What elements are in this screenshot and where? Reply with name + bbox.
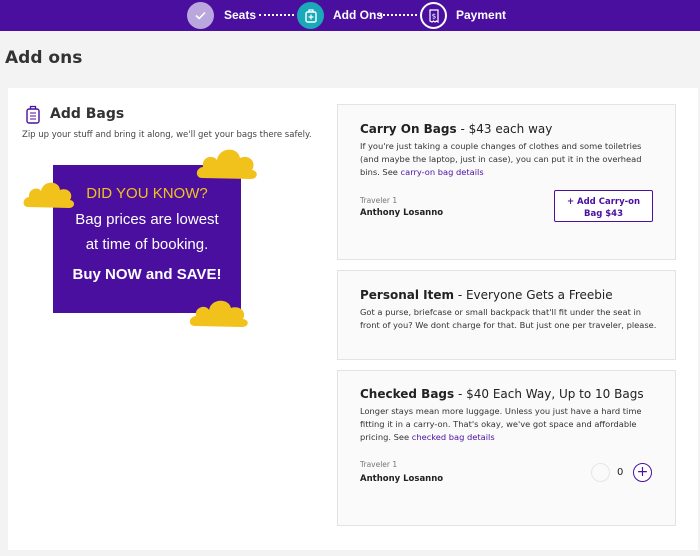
checked-bags-count: 0: [617, 467, 624, 478]
addons-step-bag-icon[interactable]: [297, 2, 324, 29]
step-connector: [259, 14, 294, 16]
promo-banner: DID YOU KNOW? Bag prices are lowest at t…: [53, 165, 241, 313]
decrease-bags-button[interactable]: [591, 463, 610, 482]
step-payment-label[interactable]: Payment: [456, 8, 506, 22]
checked-bag-details-link[interactable]: checked bag details: [412, 432, 495, 442]
step-connector: [380, 14, 417, 16]
promo-text-line: Bag prices are lowest: [75, 211, 219, 228]
cloud-icon: [189, 300, 248, 327]
add-carry-on-button-price: Bag $43: [583, 208, 623, 219]
carry-on-title: Carry On Bags - $43 each way: [360, 122, 553, 136]
seats-step-check-icon[interactable]: [187, 2, 214, 29]
promo-heading: DID YOU KNOW?: [86, 185, 208, 202]
payment-step-receipt-icon[interactable]: $: [420, 2, 447, 29]
personal-item-title: Personal Item - Everyone Gets a Freebie: [360, 288, 613, 302]
checked-bags-description: Longer stays mean more luggage. Unless y…: [360, 406, 642, 442]
checked-bags-title: Checked Bags - $40 Each Way, Up to 10 Ba…: [360, 387, 644, 401]
carry-on-details-link[interactable]: carry-on bag details: [401, 167, 484, 177]
traveler-name: Anthony Losanno: [360, 208, 444, 218]
page-title: Add ons: [5, 48, 83, 68]
svg-text:$: $: [431, 12, 435, 20]
promo-cta: Buy NOW and SAVE!: [72, 266, 222, 283]
luggage-icon: [25, 105, 41, 125]
carry-on-description: If you're just taking a couple changes o…: [360, 141, 642, 177]
step-addons-label[interactable]: Add Ons: [333, 8, 383, 22]
traveler-label: Traveler 1: [360, 196, 398, 205]
step-seats-label[interactable]: Seats: [224, 8, 256, 22]
traveler-label: Traveler 1: [360, 460, 398, 469]
add-carry-on-button[interactable]: + Add Carry-on Bag $43: [554, 190, 653, 222]
add-bags-subtitle: Zip up your stuff and bring it along, we…: [22, 130, 312, 140]
add-carry-on-button-label: + Add Carry-on: [566, 196, 641, 207]
personal-item-description: Got a purse, briefcase or small backpack…: [360, 307, 657, 330]
promo-text-line: at time of booking.: [85, 236, 209, 253]
carry-on-card: Carry On Bags - $43 each way If you're j…: [337, 104, 676, 260]
personal-item-card: Personal Item - Everyone Gets a Freebie …: [337, 270, 676, 360]
traveler-name: Anthony Losanno: [360, 474, 444, 484]
cloud-icon: [196, 149, 257, 179]
increase-bags-button[interactable]: +: [633, 463, 652, 482]
checked-bags-card: Checked Bags - $40 Each Way, Up to 10 Ba…: [337, 370, 676, 526]
cloud-icon: [23, 182, 75, 208]
progress-bar: Seats Add Ons $ Payment: [0, 0, 700, 31]
add-bags-title: Add Bags: [50, 106, 125, 122]
